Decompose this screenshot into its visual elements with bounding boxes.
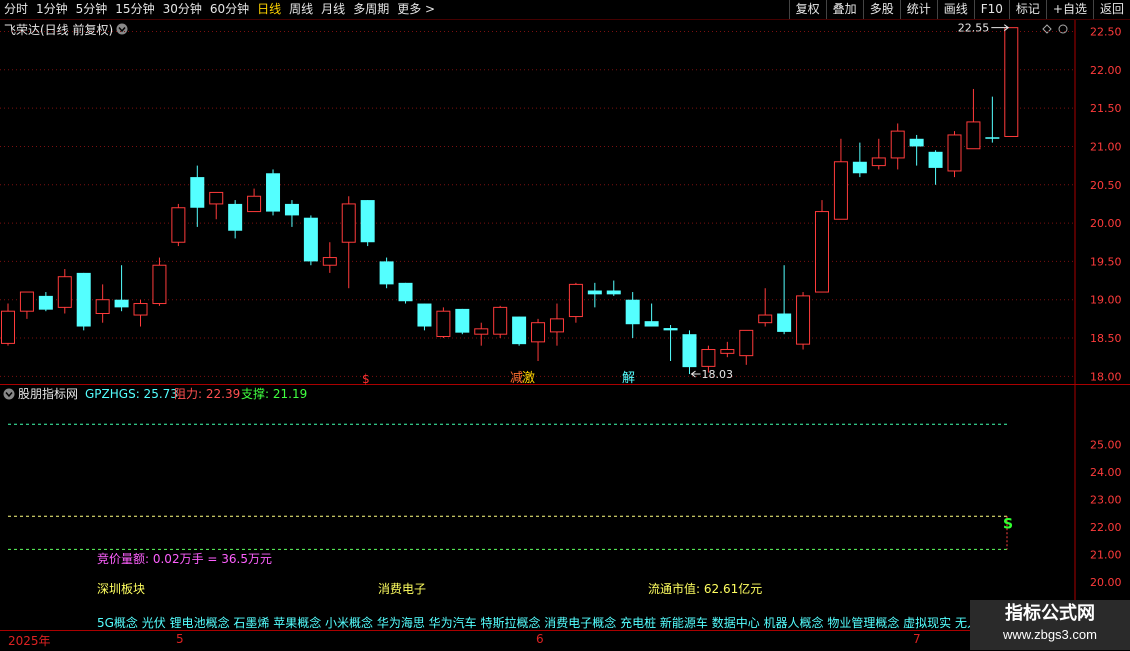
price-axis-label: 22.50 (1090, 25, 1122, 38)
timeframe-9[interactable]: 多周期 (349, 0, 393, 19)
timeframe-2[interactable]: 5分钟 (72, 0, 112, 19)
support-label: 支撑: 21.19 (241, 386, 307, 401)
timeframe-5[interactable]: 60分钟 (206, 0, 253, 19)
candle (493, 305, 508, 339)
candle (947, 131, 962, 178)
tool-button-5[interactable]: F10 (973, 0, 1009, 19)
candle (796, 292, 811, 350)
price-axis-label: 21.50 (1090, 102, 1122, 115)
tool-button-3[interactable]: 统计 (899, 0, 937, 19)
top-toolbar: 分时 1分钟 5分钟 15分钟 30分钟 60分钟 日线 周线 月线 多周期 更多 > 复权 叠加 多股… (0, 0, 1130, 20)
candle (512, 316, 527, 346)
price-axis-label: 20.50 (1090, 179, 1122, 192)
tool-button-1[interactable]: 叠加 (825, 0, 863, 19)
watermark: 指标公式网 www.zbgs3.com (970, 600, 1130, 650)
timeframe-6[interactable]: 日线 (253, 0, 285, 19)
date-label-year: 2025年 (8, 634, 51, 648)
indicator-axis-label: 25.00 (1090, 438, 1122, 451)
market-cap-label: 流通市值: 62.61亿元 (648, 581, 762, 596)
tool-button-2[interactable]: 多股 (862, 0, 900, 19)
signal-release: 解 (622, 371, 635, 385)
candle (76, 272, 91, 331)
industry-label: 消费电子 (378, 582, 426, 596)
candle (814, 200, 829, 293)
candle (152, 257, 167, 306)
price-axis-label: 21.00 (1090, 140, 1122, 153)
chart-title-dropdown-icon[interactable] (116, 23, 128, 35)
candle (417, 303, 432, 331)
watermark-title: 指标公式网 (1005, 603, 1095, 624)
indicator-dropdown-icon[interactable] (3, 388, 15, 400)
candle (360, 200, 375, 247)
candle (455, 308, 470, 335)
timeframe-1[interactable]: 1分钟 (32, 0, 72, 19)
date-axis: 2025年 5 6 7 (0, 630, 1075, 651)
timeframe-4[interactable]: 30分钟 (159, 0, 206, 19)
timeframe-3[interactable]: 15分钟 (111, 0, 158, 19)
signal-dollar: $ (362, 372, 370, 385)
tool-button-7[interactable]: +自选 (1045, 0, 1093, 19)
candle (303, 215, 318, 266)
resistance-label: 阻力: 22.39 (174, 387, 240, 401)
indicator-axis-label: 23.00 (1090, 493, 1122, 506)
candlestick-chart[interactable]: 飞荣达(日线 前复权) 22.50 22.00 21.50 21.00 20.50 20.… (0, 20, 1130, 385)
concepts-label: 5G概念 光伏 锂电池概念 石墨烯 苹果概念 小米概念 华为海思 华为汽车 特斯… (97, 615, 991, 630)
price-axis-label: 20.00 (1090, 217, 1122, 230)
price-axis-label: 18.50 (1090, 332, 1122, 345)
low-price-label: 18.03 (701, 368, 733, 381)
price-axis-label: 18.00 (1090, 370, 1122, 383)
price-axis-label: 19.50 (1090, 255, 1122, 268)
candle (1004, 27, 1019, 137)
indicator-axis-label: 22.00 (1090, 521, 1122, 534)
timeframe-0[interactable]: 分时 (0, 0, 32, 19)
watermark-url: www.zbgs3.com (1003, 627, 1097, 642)
candle (568, 282, 583, 323)
tool-button-8[interactable]: 返回 (1092, 0, 1130, 19)
price-axis-label: 19.00 (1090, 294, 1122, 307)
price-axis-label: 22.00 (1090, 64, 1122, 77)
auction-label: 竞价量额: 0.02万手 = 36.5万元 (97, 552, 272, 566)
indicator-chart[interactable]: 股朋指标网 GPZHGS: 25.73 阻力: 22.39 支撑: 21.19 … (0, 385, 1130, 630)
date-label-may: 5 (176, 632, 184, 646)
indicator-axis-label: 24.00 (1090, 466, 1122, 479)
timeframe-8[interactable]: 月线 (317, 0, 349, 19)
candle (171, 203, 186, 247)
timeframe-bar: 分时 1分钟 5分钟 15分钟 30分钟 60分钟 日线 周线 月线 多周期 更多 > (0, 0, 439, 19)
timeframe-10[interactable]: 更多 > (393, 0, 439, 19)
candle (398, 282, 413, 304)
date-label-july: 7 (913, 632, 921, 646)
candle (266, 169, 281, 216)
chart-title: 飞荣达(日线 前复权) (4, 22, 113, 37)
candle (379, 257, 394, 289)
candle (436, 307, 451, 339)
indicator-axis-label: 20.00 (1090, 576, 1122, 589)
tool-button-6[interactable]: 标记 (1008, 0, 1046, 19)
date-label-june: 6 (536, 632, 544, 646)
gpzhgs-label: GPZHGS: 25.73 (85, 387, 178, 401)
tools-bar: 复权 叠加 多股 统计 画线 F10 标记 +自选 返回 (788, 0, 1130, 19)
timeframe-7[interactable]: 周线 (285, 0, 317, 19)
sector-label: 深圳板块 (97, 582, 145, 596)
tool-button-4[interactable]: 画线 (936, 0, 974, 19)
indicator-axis-label: 21.00 (1090, 549, 1122, 562)
tool-button-0[interactable]: 复权 (788, 0, 826, 19)
high-price-label: 22.55 (958, 22, 990, 35)
signal-excite: 激 (522, 371, 535, 385)
signal-s: S (1003, 516, 1013, 532)
indicator-name: 股朋指标网 (18, 386, 78, 401)
